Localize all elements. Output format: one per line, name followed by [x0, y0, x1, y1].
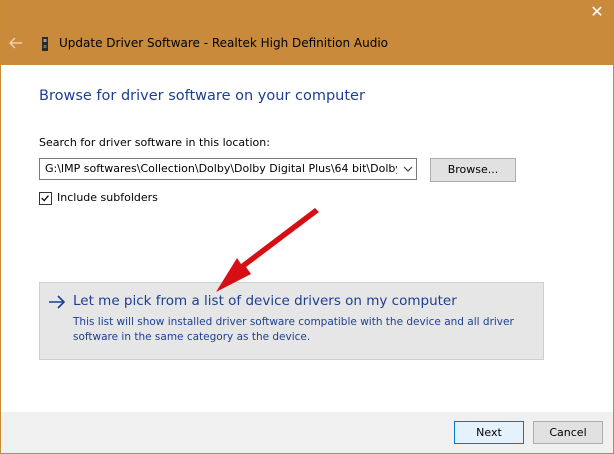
right-arrow-icon: [49, 295, 66, 309]
next-button[interactable]: Next: [454, 421, 524, 444]
dialog-window: ✕ Update Driver Software - Realtek High …: [0, 0, 614, 454]
include-subfolders-checkbox[interactable]: [39, 192, 52, 205]
path-combobox[interactable]: G:\IMP softwares\Collection\Dolby\Dolby …: [39, 158, 417, 180]
close-icon[interactable]: ✕: [587, 2, 607, 22]
pick-from-list-option[interactable]: Let me pick from a list of device driver…: [39, 282, 544, 360]
pick-option-title[interactable]: Let me pick from a list of device driver…: [73, 293, 457, 309]
browse-button[interactable]: Browse...: [430, 158, 516, 182]
chevron-down-icon[interactable]: [402, 162, 414, 176]
path-value[interactable]: G:\IMP softwares\Collection\Dolby\Dolby …: [45, 162, 397, 175]
dialog-footer: Next Cancel: [1, 412, 613, 453]
back-arrow-icon[interactable]: [9, 36, 23, 50]
cancel-button[interactable]: Cancel: [533, 421, 603, 444]
include-subfolders-label[interactable]: Include subfolders: [57, 191, 158, 204]
title-bar[interactable]: ✕ Update Driver Software - Realtek High …: [1, 0, 614, 65]
pick-option-description: This list will show installed driver sof…: [73, 316, 514, 343]
search-location-label: Search for driver software in this locat…: [39, 136, 270, 149]
window-title: Update Driver Software - Realtek High De…: [59, 36, 389, 50]
dialog-content: Browse for driver software on your compu…: [1, 65, 613, 436]
device-icon: [42, 37, 48, 51]
page-heading: Browse for driver software on your compu…: [39, 88, 365, 104]
checkmark-icon: [41, 195, 49, 202]
